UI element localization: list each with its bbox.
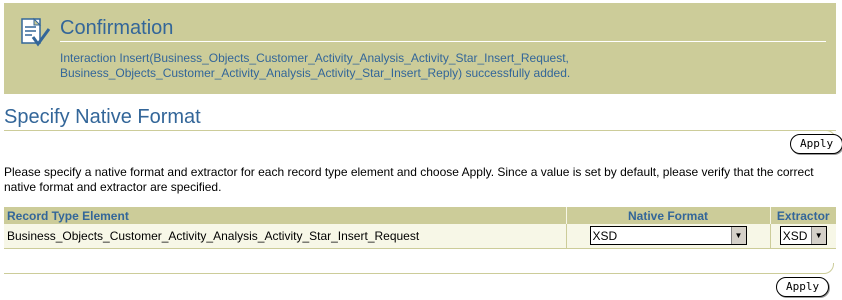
column-header-record-type-element: Record Type Element <box>4 207 567 224</box>
native-format-cell: XSD ▼ <box>566 224 771 249</box>
confirmation-message: Interaction Insert(Business_Objects_Cust… <box>60 51 830 81</box>
extractor-select[interactable]: XSD ▼ <box>779 226 827 246</box>
record-type-element-cell: Business_Objects_Customer_Activity_Analy… <box>4 224 567 249</box>
apply-button-bottom[interactable]: Apply <box>776 277 830 297</box>
bottom-divider <box>4 273 820 274</box>
table-header-row: Record Type Element Native Format Extrac… <box>4 207 836 224</box>
instructions-text: Please specify a native format and extra… <box>4 165 814 194</box>
bottom-divider-curve <box>816 263 834 274</box>
confirmation-box: Confirmation Interaction Insert(Business… <box>4 3 836 94</box>
native-format-value: XSD <box>592 228 618 243</box>
extractor-cell: XSD ▼ <box>770 224 836 249</box>
confirmation-title: Confirmation <box>60 17 174 39</box>
confirmation-divider <box>60 41 826 42</box>
record-type-table: Record Type Element Native Format Extrac… <box>4 207 836 249</box>
table-row: Business_Objects_Customer_Activity_Analy… <box>4 224 836 249</box>
dropdown-arrow-icon[interactable]: ▼ <box>730 227 746 245</box>
confirmation-document-check-icon <box>21 17 51 47</box>
column-header-extractor: Extractor <box>770 207 836 224</box>
confirmation-message-line-1: Interaction Insert(Business_Objects_Cust… <box>60 51 569 65</box>
confirmation-message-line-2: Business_Objects_Customer_Activity_Analy… <box>60 66 571 80</box>
dropdown-arrow-icon[interactable]: ▼ <box>810 227 826 245</box>
native-format-select[interactable]: XSD ▼ <box>589 226 747 246</box>
column-header-native-format: Native Format <box>566 207 771 224</box>
extractor-value: XSD <box>782 228 808 243</box>
section-divider <box>4 130 836 131</box>
apply-button-top[interactable]: Apply <box>790 134 842 154</box>
section-title: Specify Native Format <box>4 106 201 128</box>
